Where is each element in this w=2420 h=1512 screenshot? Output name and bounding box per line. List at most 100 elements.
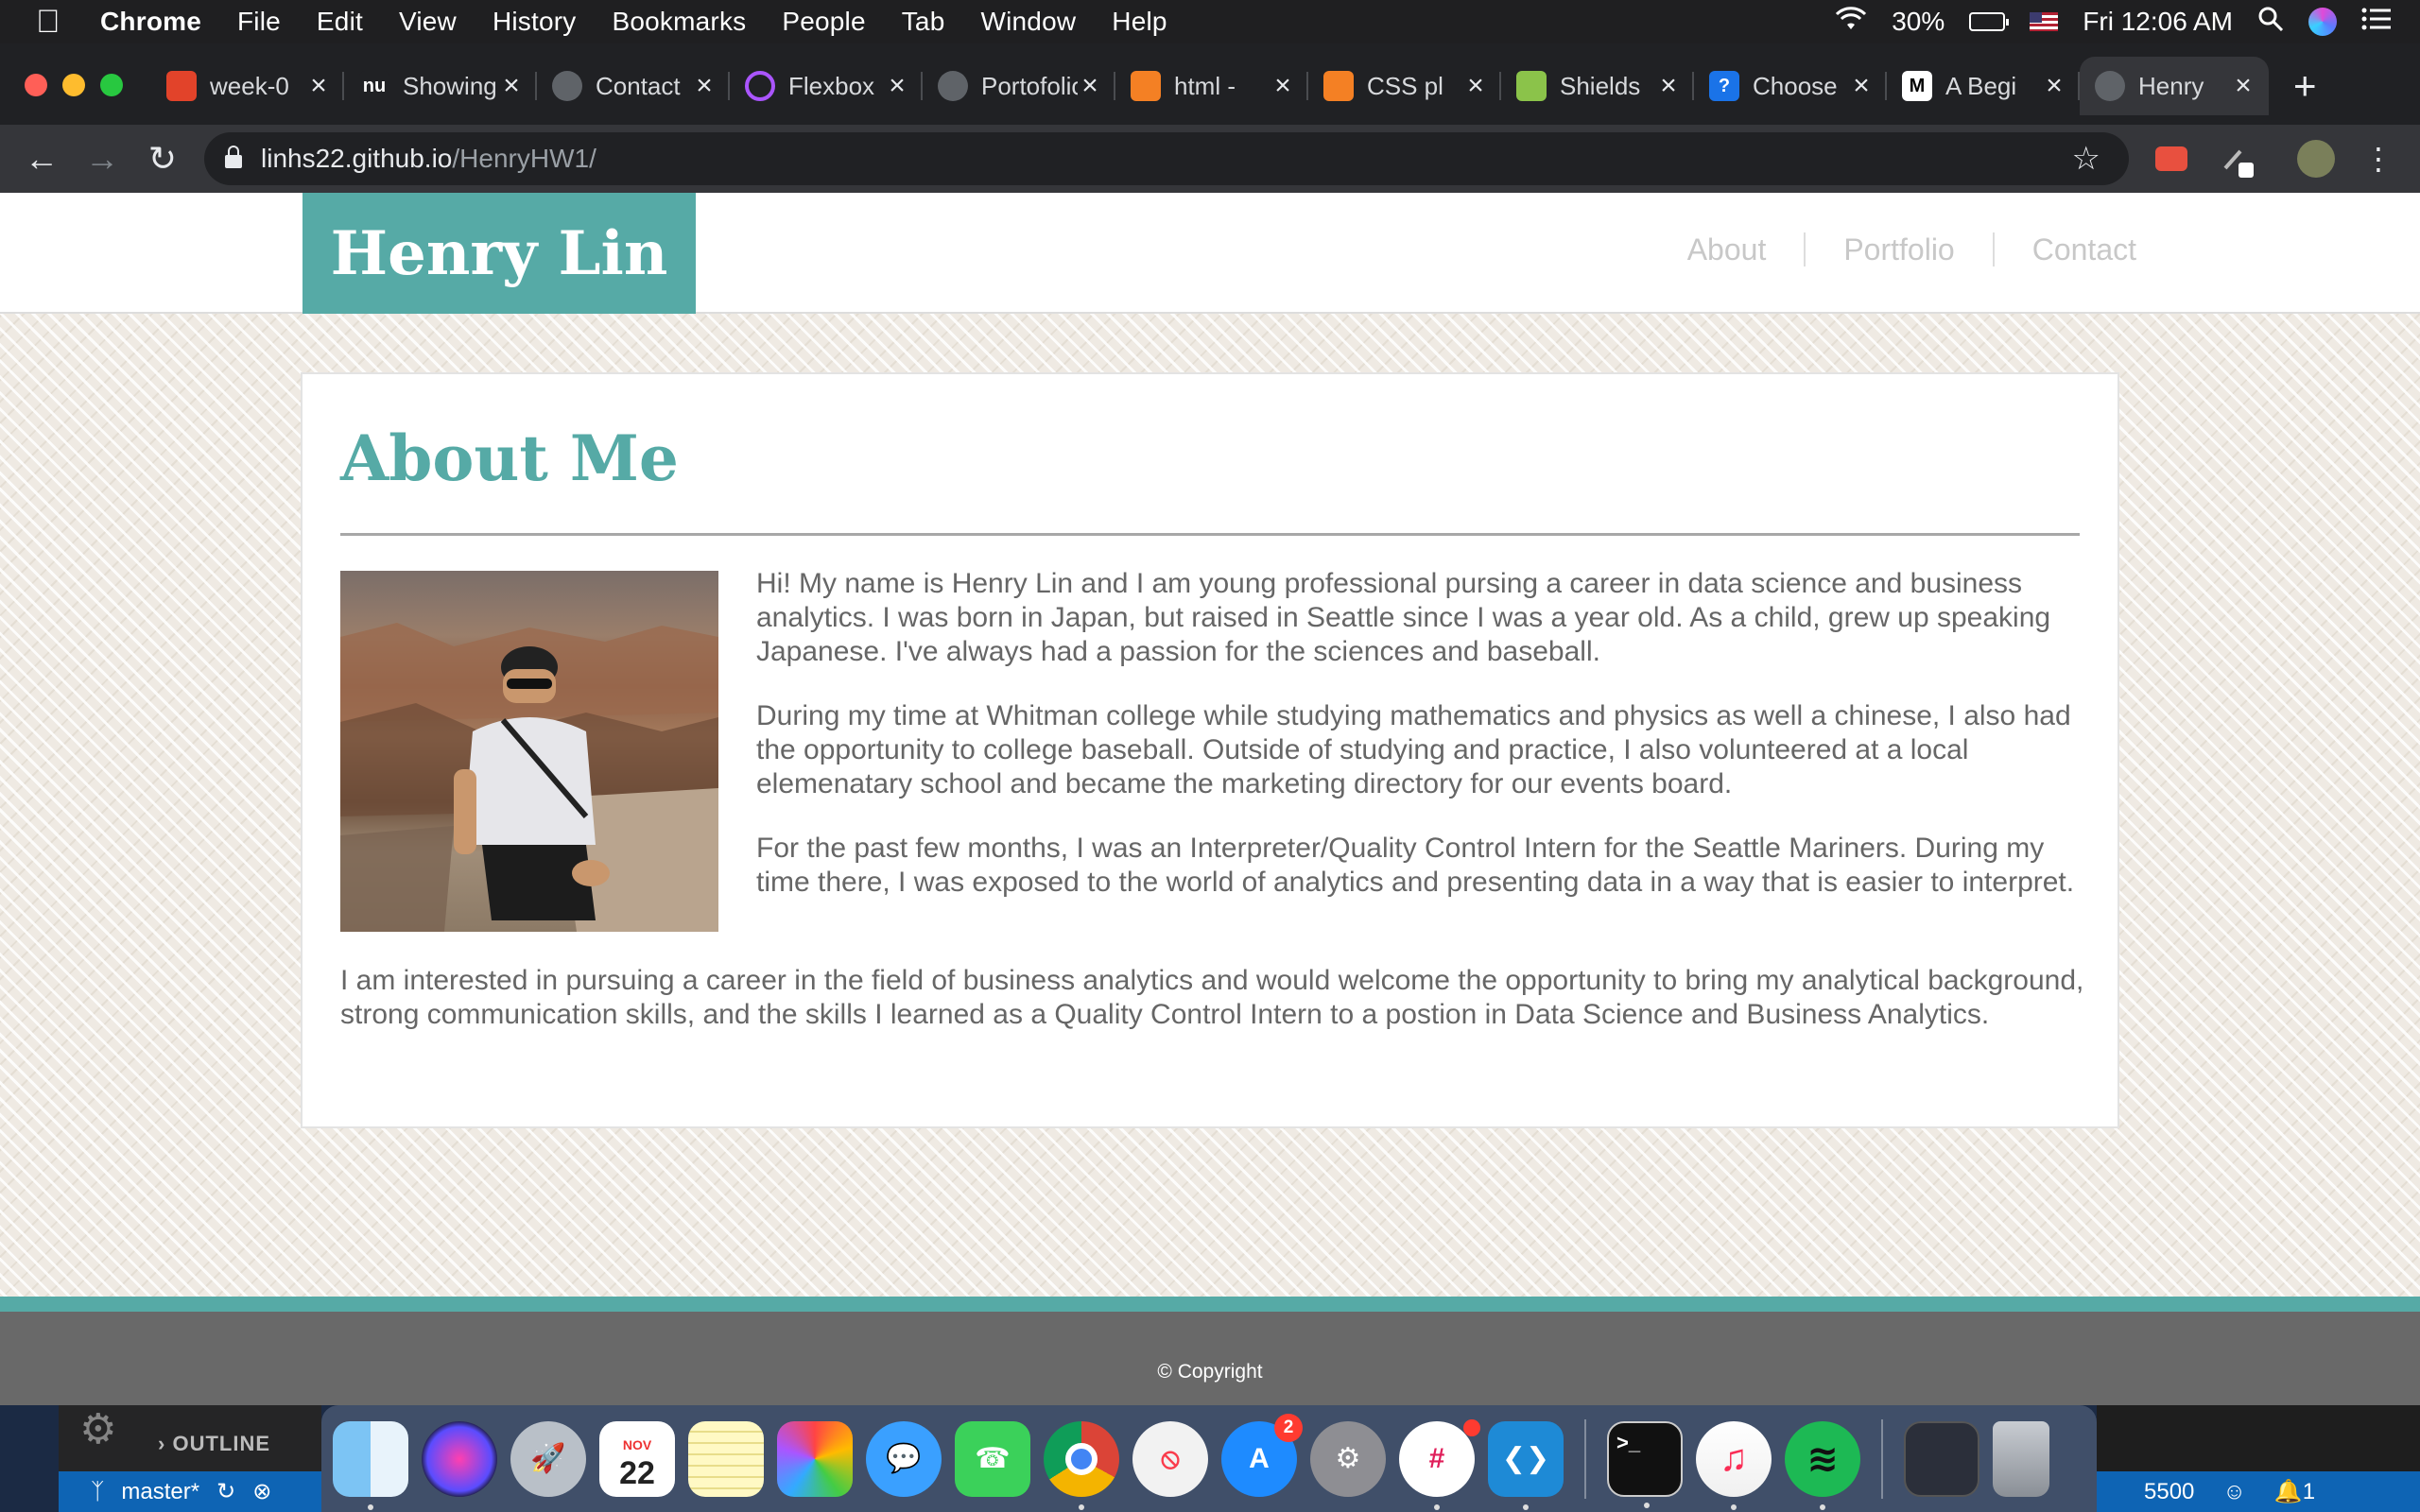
chrome-menu-icon[interactable]: ⋮ — [2358, 138, 2399, 180]
menu-people[interactable]: People — [782, 7, 865, 37]
app-store-icon[interactable]: A2 — [1221, 1413, 1303, 1497]
live-server-port[interactable]: 5500 — [2144, 1479, 2194, 1505]
news-icon[interactable]: ⦸ — [1132, 1420, 1208, 1497]
tab-title: CSS pl — [1367, 71, 1443, 100]
launchpad-rocket-icon[interactable]: 🚀 — [510, 1420, 586, 1497]
reload-icon[interactable]: ↻ — [142, 138, 183, 180]
tab-11[interactable]: Henry × — [2080, 57, 2269, 115]
app-menu[interactable]: Chrome — [100, 7, 201, 37]
trash-icon[interactable] — [1993, 1420, 2049, 1497]
profile-avatar[interactable] — [2297, 140, 2335, 178]
back-arrow-icon[interactable]: ← — [21, 138, 62, 180]
menu-tab[interactable]: Tab — [902, 7, 945, 37]
menu-file[interactable]: File — [237, 7, 281, 37]
sync-icon[interactable]: ↻ — [216, 1478, 235, 1505]
site-nav: About Portfolio Contact — [1650, 232, 2136, 266]
dock-separator — [1584, 1418, 1586, 1499]
photos-icon[interactable] — [777, 1420, 853, 1497]
battery-icon[interactable] — [1969, 12, 2010, 31]
close-tab-icon[interactable]: × — [306, 70, 331, 102]
tab-5[interactable]: Portofolio × — [923, 57, 1115, 115]
lock-icon[interactable] — [225, 146, 242, 168]
tab-3[interactable]: Contact × — [537, 57, 730, 115]
siri-app-icon[interactable] — [422, 1420, 497, 1497]
menu-view[interactable]: View — [399, 7, 457, 37]
close-tab-icon[interactable]: × — [885, 70, 909, 102]
input-source-flag-icon[interactable] — [2030, 12, 2059, 31]
git-branch[interactable]: master* — [121, 1479, 199, 1505]
close-tab-icon[interactable]: × — [499, 70, 524, 102]
menu-window[interactable]: Window — [980, 7, 1076, 37]
macos-dock: 🚀 NOV 22 💬 ☎ ⦸ A2 ⚙ # ❮❯ >_ ♫ ≋ — [321, 1405, 2097, 1512]
window-close-button[interactable] — [25, 74, 47, 96]
about-card: About Me Hi! My name is Henry Lin and I … — [301, 372, 2119, 1128]
tab-4[interactable]: Flexbox × — [730, 57, 923, 115]
tab-8[interactable]: Shields × — [1501, 57, 1694, 115]
menu-bookmarks[interactable]: Bookmarks — [613, 7, 747, 37]
spotlight-search-icon[interactable] — [2257, 6, 2284, 39]
site-brand[interactable]: Henry Lin — [302, 193, 696, 314]
menu-edit[interactable]: Edit — [317, 7, 363, 37]
window-zoom-button[interactable] — [100, 74, 123, 96]
errors-icon[interactable]: ⊗ — [252, 1478, 271, 1505]
slack-icon[interactable]: # — [1399, 1418, 1480, 1510]
notification-center-icon[interactable] — [2361, 7, 2392, 37]
address-bar[interactable]: linhs22.github.io/HenryHW1/ ☆ — [204, 132, 2129, 185]
tab-10[interactable]: M A Begi × — [1887, 57, 2080, 115]
close-tab-icon[interactable]: × — [1656, 70, 1681, 102]
gear-icon[interactable]: ⚙ — [79, 1405, 116, 1453]
nav-link-contact[interactable]: Contact — [1995, 232, 2136, 266]
app-store-badge: 2 — [1274, 1413, 1303, 1442]
chrome-icon[interactable] — [1044, 1420, 1119, 1510]
globe-icon — [2095, 71, 2125, 101]
new-tab-button[interactable]: + — [2293, 57, 2317, 115]
close-tab-icon[interactable]: × — [1849, 70, 1874, 102]
eyedropper-extension-icon[interactable] — [2218, 140, 2256, 178]
window-minimize-button[interactable] — [62, 74, 85, 96]
copyright-text: © Copyright — [1157, 1361, 1263, 1383]
close-tab-icon[interactable]: × — [1270, 70, 1295, 102]
facetime-icon[interactable]: ☎ — [955, 1420, 1030, 1497]
close-tab-icon[interactable]: × — [2042, 70, 2066, 102]
tab-2[interactable]: nu Showing × — [344, 57, 537, 115]
finder-icon[interactable] — [333, 1420, 408, 1510]
calendar-icon[interactable]: NOV 22 — [599, 1420, 675, 1497]
vscode-icon[interactable]: ❮❯ — [1488, 1420, 1564, 1510]
apple-menu-icon[interactable]:  — [36, 4, 89, 41]
tab-1[interactable]: week-0 × — [151, 57, 344, 115]
close-tab-icon[interactable]: × — [692, 70, 717, 102]
globe-icon — [938, 71, 968, 101]
nav-link-portfolio[interactable]: Portfolio — [1806, 232, 1995, 266]
outline-section-header[interactable]: › OUTLINE — [158, 1432, 270, 1456]
site-header: Henry Lin About Portfolio Contact — [0, 193, 2420, 314]
calendar-month: NOV — [622, 1436, 652, 1452]
notes-icon[interactable] — [688, 1420, 764, 1497]
tab-7[interactable]: CSS pl × — [1308, 57, 1501, 115]
battery-percentage[interactable]: 30% — [1892, 7, 1945, 37]
spotify-icon[interactable]: ≋ — [1785, 1420, 1860, 1510]
forward-arrow-icon[interactable]: → — [81, 138, 123, 180]
about-text: Hi! My name is Henry Lin and I am young … — [756, 567, 2089, 930]
video-extension-icon[interactable] — [2155, 146, 2187, 171]
wifi-icon[interactable] — [1835, 6, 1867, 38]
system-preferences-gear-icon[interactable]: ⚙ — [1310, 1420, 1386, 1497]
menu-history[interactable]: History — [493, 7, 577, 37]
tab-6[interactable]: html - × — [1115, 57, 1308, 115]
clock[interactable]: Fri 12:06 AM — [2083, 7, 2233, 37]
close-tab-icon[interactable]: × — [2231, 70, 2256, 102]
tab-9[interactable]: ? Choose × — [1694, 57, 1887, 115]
feedback-smiley-icon[interactable]: ☺ — [2222, 1479, 2246, 1505]
itunes-icon[interactable]: ♫ — [1696, 1420, 1772, 1510]
siri-icon[interactable] — [2308, 8, 2337, 36]
bookmark-star-icon[interactable]: ☆ — [2072, 140, 2100, 178]
close-tab-icon[interactable]: × — [1078, 70, 1102, 102]
close-tab-icon[interactable]: × — [1463, 70, 1488, 102]
about-heading: About Me — [340, 421, 679, 495]
terminal-icon[interactable]: >_ — [1607, 1420, 1683, 1508]
notifications-bell-icon[interactable]: 🔔1 — [2274, 1478, 2315, 1505]
messages-icon[interactable]: 💬 — [866, 1420, 942, 1497]
nav-link-about[interactable]: About — [1650, 232, 1806, 266]
nu-icon: nu — [359, 71, 389, 101]
recent-window-thumbnail[interactable] — [1904, 1420, 1979, 1497]
menu-help[interactable]: Help — [1112, 7, 1167, 37]
